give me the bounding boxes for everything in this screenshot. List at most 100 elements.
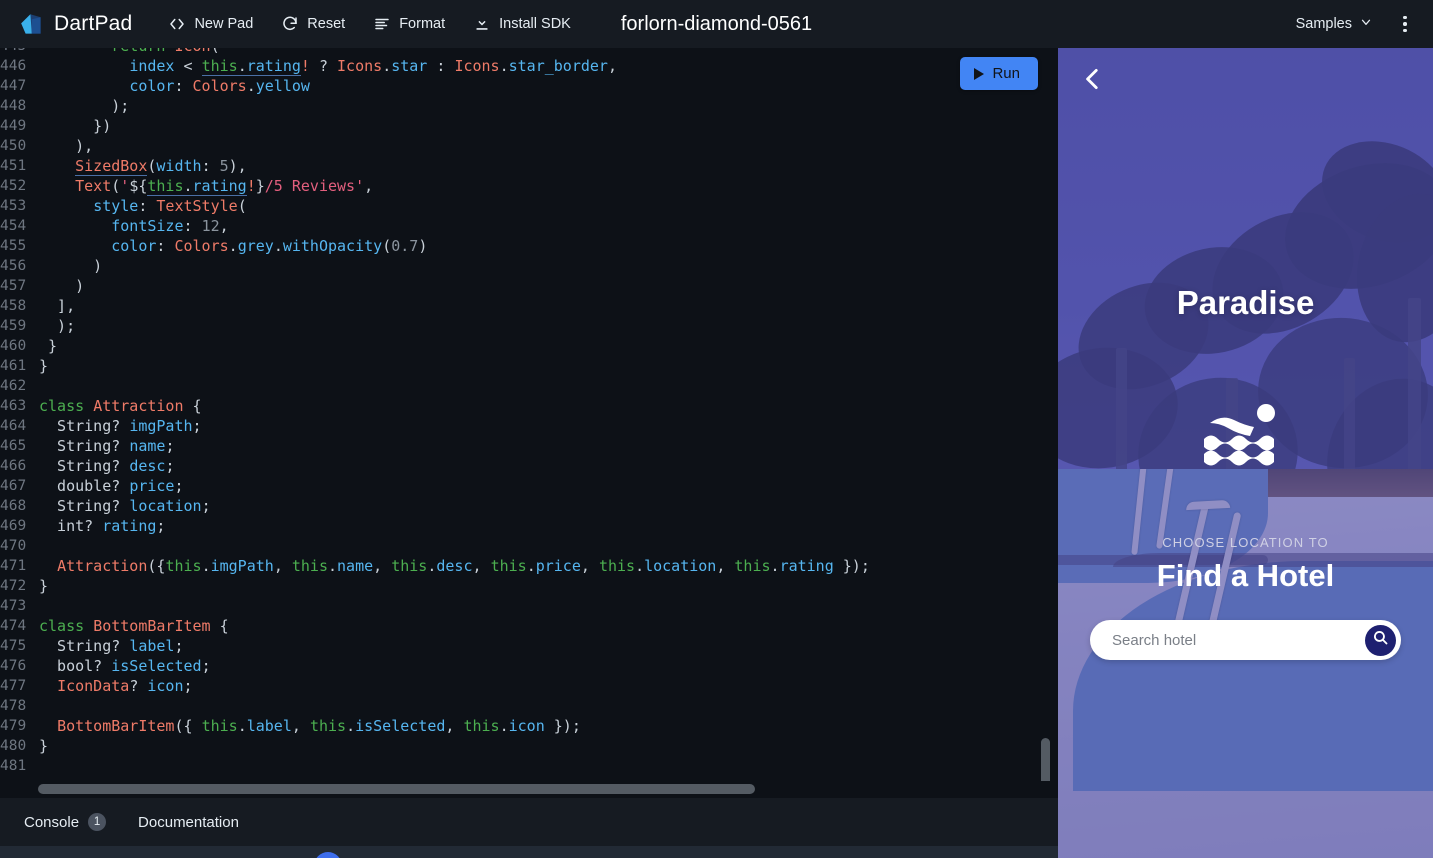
code-text[interactable]: color: Colors.grey.withOpacity(0.7) [34, 236, 427, 256]
code-line[interactable]: 462 [0, 376, 1058, 396]
code-text[interactable]: String? imgPath; [34, 416, 202, 436]
code-text[interactable]: ); [34, 96, 129, 116]
code-line[interactable]: 450 ), [0, 136, 1058, 156]
code-line[interactable]: 467 double? price; [0, 476, 1058, 496]
code-line[interactable]: 456 ) [0, 256, 1058, 276]
code-token: { [183, 397, 202, 415]
code-text[interactable]: fontSize: 12, [34, 216, 228, 236]
editor-horizontal-scrollbar-track[interactable] [0, 781, 1058, 797]
code-line[interactable]: 451 SizedBox(width: 5), [0, 156, 1058, 176]
code-text[interactable]: IconData? icon; [34, 676, 192, 696]
code-text[interactable]: class Attraction { [34, 396, 202, 416]
code-line[interactable]: 454 fontSize: 12, [0, 216, 1058, 236]
line-number: 477 [0, 678, 27, 694]
code-line[interactable]: 447 color: Colors.yellow [0, 76, 1058, 96]
code-token: . [346, 717, 356, 735]
code-line[interactable]: 466 String? desc; [0, 456, 1058, 476]
code-editor[interactable]: 445 return Icon(446 index < this.rating!… [0, 48, 1058, 781]
editor-horizontal-scrollbar-thumb[interactable] [38, 784, 755, 794]
code-line[interactable]: 477 IconData? icon; [0, 676, 1058, 696]
code-text[interactable]: return Icon( [34, 48, 219, 56]
code-line[interactable]: 461} [0, 356, 1058, 376]
code-lines[interactable]: 445 return Icon(446 index < this.rating!… [0, 48, 1058, 781]
code-line[interactable]: 475 String? label; [0, 636, 1058, 656]
code-line[interactable]: 455 color: Colors.grey.withOpacity(0.7) [0, 236, 1058, 256]
code-text[interactable]: }) [34, 116, 111, 136]
code-text[interactable]: ], [34, 296, 75, 316]
code-line[interactable]: 452 Text('${this.rating!}/5 Reviews', [0, 176, 1058, 196]
new-pad-button[interactable]: New Pad [154, 9, 267, 39]
code-token: . [499, 717, 509, 735]
code-text[interactable]: ); [34, 316, 75, 336]
code-line[interactable]: 472} [0, 576, 1058, 596]
code-text[interactable]: int? rating; [34, 516, 165, 536]
code-text[interactable]: color: Colors.yellow [34, 76, 310, 96]
code-line[interactable]: 465 String? name; [0, 436, 1058, 456]
code-text[interactable]: style: TextStyle( [34, 196, 247, 216]
code-token: ( [382, 237, 392, 255]
overflow-menu-button[interactable] [1387, 6, 1423, 42]
editor-vertical-scrollbar[interactable] [1041, 738, 1050, 781]
code-text[interactable]: index < this.rating! ? Icons.star : Icon… [34, 56, 617, 76]
code-text[interactable]: } [34, 336, 57, 356]
code-line[interactable]: 464 String? imgPath; [0, 416, 1058, 436]
code-text[interactable]: SizedBox(width: 5), [34, 156, 247, 176]
code-text[interactable]: } [34, 576, 48, 596]
tab-documentation[interactable]: Documentation [124, 806, 253, 839]
search-bar[interactable] [1090, 620, 1401, 660]
tab-console[interactable]: Console 1 [10, 805, 120, 839]
code-text[interactable]: BottomBarItem({ this.label, this.isSelec… [34, 716, 581, 736]
code-line[interactable]: 474 class BottomBarItem { [0, 616, 1058, 636]
code-line[interactable]: 473 [0, 596, 1058, 616]
code-line[interactable]: 471 Attraction({this.imgPath, this.name,… [0, 556, 1058, 576]
code-token: ; [174, 637, 184, 655]
install-sdk-button[interactable]: Install SDK [459, 9, 585, 39]
code-line[interactable]: 470 [0, 536, 1058, 556]
code-line[interactable]: 458 ], [0, 296, 1058, 316]
code-line[interactable]: 449 }) [0, 116, 1058, 136]
code-line[interactable]: 479 BottomBarItem({ this.label, this.isS… [0, 716, 1058, 736]
code-text[interactable]: Attraction({this.imgPath, this.name, thi… [34, 556, 870, 576]
floating-action-button[interactable] [314, 852, 342, 858]
code-text[interactable]: class BottomBarItem { [34, 616, 229, 636]
search-submit-button[interactable] [1365, 624, 1396, 656]
samples-dropdown[interactable]: Samples [1286, 9, 1383, 39]
code-line[interactable]: 457 ) [0, 276, 1058, 296]
code-text[interactable]: ) [34, 256, 102, 276]
code-text[interactable]: String? label; [34, 636, 184, 656]
code-line[interactable]: 480} [0, 736, 1058, 756]
code-line[interactable]: 445 return Icon( [0, 48, 1058, 56]
code-token: icon [508, 717, 545, 735]
code-line[interactable]: 468 String? location; [0, 496, 1058, 516]
code-line[interactable]: 453 style: TextStyle( [0, 196, 1058, 216]
back-button[interactable] [1080, 66, 1106, 92]
code-line[interactable]: 448 ); [0, 96, 1058, 116]
code-text[interactable]: String? name; [34, 436, 174, 456]
code-token: style [93, 197, 139, 215]
code-line[interactable]: 463 class Attraction { [0, 396, 1058, 416]
code-line[interactable]: 476 bool? isSelected; [0, 656, 1058, 676]
code-text[interactable]: ), [34, 136, 93, 156]
code-line[interactable]: 460 } [0, 336, 1058, 356]
code-text[interactable]: bool? isSelected; [34, 656, 211, 676]
format-button[interactable]: Format [359, 9, 459, 39]
format-lines-icon [373, 15, 391, 33]
search-input[interactable] [1112, 631, 1365, 649]
code-text[interactable]: Text('${this.rating!}/5 Reviews', [34, 176, 373, 196]
code-line[interactable]: 469 int? rating; [0, 516, 1058, 536]
code-text[interactable]: ) [34, 276, 84, 296]
reset-button[interactable]: Reset [267, 9, 359, 39]
code-line[interactable]: 478 [0, 696, 1058, 716]
code-text[interactable]: double? price; [34, 476, 183, 496]
line-number: 452 [0, 178, 27, 194]
code-token: ( [237, 197, 247, 215]
code-text[interactable]: String? desc; [34, 456, 174, 476]
code-line[interactable]: 481 [0, 756, 1058, 776]
code-text[interactable]: } [34, 736, 48, 756]
run-button[interactable]: Run [960, 57, 1038, 90]
code-text[interactable]: String? location; [34, 496, 211, 516]
code-line[interactable]: 459 ); [0, 316, 1058, 336]
code-text[interactable]: } [34, 356, 48, 376]
code-line[interactable]: 446 index < this.rating! ? Icons.star : … [0, 56, 1058, 76]
